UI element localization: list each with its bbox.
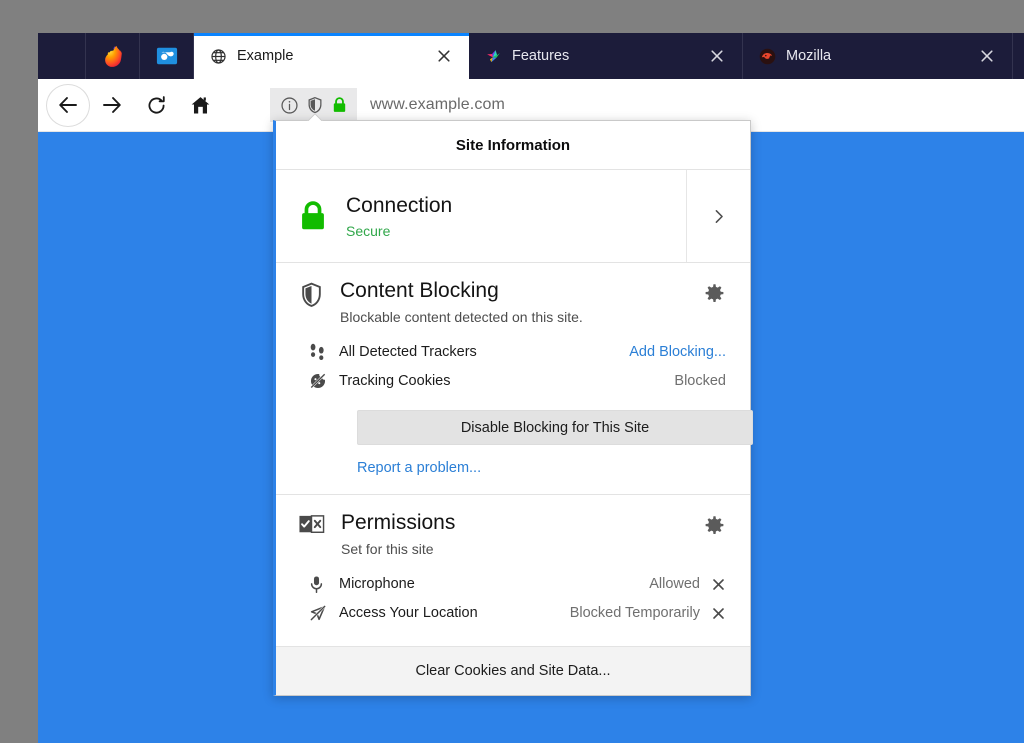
firefox-logo-icon: [102, 45, 124, 67]
cookie-blocked-icon: [309, 372, 339, 390]
microphone-icon: [309, 575, 339, 594]
list-item[interactable]: Tracking Cookies Blocked: [298, 367, 726, 396]
site-information-panel: Site Information Connection Secure: [273, 120, 751, 696]
padlock-icon[interactable]: [331, 96, 348, 114]
url-input[interactable]: www.example.com: [357, 88, 1024, 122]
tab-title: Features: [512, 48, 696, 64]
arrow-right-icon: [100, 93, 124, 117]
item-state: Blocked: [674, 373, 726, 389]
footprints-icon: [309, 343, 339, 362]
content-blocking-section: Content Blocking Blockable content detec…: [276, 263, 750, 495]
panel-title: Site Information: [276, 121, 750, 170]
add-blocking-link[interactable]: Add Blocking...: [629, 344, 726, 360]
clear-cookies-button[interactable]: Clear Cookies and Site Data...: [276, 647, 750, 695]
window-controls-spacer: [38, 33, 86, 79]
forward-button[interactable]: [90, 83, 134, 127]
close-icon[interactable]: [700, 577, 726, 592]
item-label: Microphone: [339, 576, 649, 592]
close-icon[interactable]: [976, 45, 998, 67]
disable-blocking-button[interactable]: Disable Blocking for This Site: [357, 410, 753, 445]
tab-mozilla[interactable]: Mozilla: [743, 33, 1013, 79]
connection-title: Connection: [346, 193, 452, 218]
tab-features[interactable]: Features: [469, 33, 743, 79]
tab-strip: Example: [38, 33, 1024, 79]
list-item[interactable]: All Detected Trackers Add Blocking...: [298, 338, 726, 367]
shield-icon: [298, 281, 324, 310]
item-state: Blocked Temporarily: [570, 605, 700, 621]
home-button[interactable]: [178, 83, 222, 127]
permissions-subtitle: Set for this site: [341, 541, 688, 557]
report-problem-link[interactable]: Report a problem...: [357, 460, 481, 476]
connection-section: Connection Secure: [276, 170, 750, 263]
mozilla-dino-icon: [759, 48, 776, 65]
firefox-quantum-icon: [485, 48, 502, 65]
gear-icon[interactable]: [704, 515, 726, 536]
connection-status: Secure: [346, 223, 452, 239]
gear-glyph: [704, 515, 725, 536]
close-icon[interactable]: [700, 606, 726, 621]
item-label: Access Your Location: [339, 605, 570, 621]
reload-icon: [145, 94, 168, 117]
permissions-title: Permissions: [341, 511, 688, 536]
url-bar[interactable]: www.example.com: [270, 88, 1024, 122]
popup-pointer: [306, 112, 324, 121]
desktop-background: Example: [0, 0, 1024, 743]
item-state: Allowed: [649, 576, 700, 592]
padlock-icon: [298, 199, 328, 233]
home-icon: [189, 94, 212, 117]
gear-glyph: [704, 283, 725, 304]
permissions-icon: [298, 513, 325, 539]
item-label: Tracking Cookies: [339, 373, 674, 389]
gear-icon[interactable]: [704, 283, 726, 304]
item-label: All Detected Trackers: [339, 344, 629, 360]
pocket-icon: [156, 45, 178, 67]
pocket-button[interactable]: [140, 33, 194, 79]
reload-button[interactable]: [134, 83, 178, 127]
info-icon[interactable]: [280, 96, 299, 115]
globe-icon: [210, 48, 227, 65]
arrow-left-icon: [56, 93, 80, 117]
tab-example[interactable]: Example: [194, 33, 469, 79]
chevron-right-icon: [710, 208, 727, 225]
firefox-app-button[interactable]: [86, 33, 140, 79]
permissions-items: Microphone Allowed: [298, 570, 726, 628]
content-blocking-subtitle: Blockable content detected on this site.: [340, 309, 688, 325]
tab-title: Example: [237, 48, 423, 64]
tab-title: Mozilla: [786, 48, 966, 64]
content-blocking-items: All Detected Trackers Add Blocking...: [298, 338, 726, 396]
back-button[interactable]: [46, 84, 90, 127]
new-tab-button[interactable]: [1013, 33, 1024, 79]
permissions-section: Permissions Set for this site: [276, 495, 750, 647]
connection-details-button[interactable]: [686, 170, 750, 262]
close-icon[interactable]: [433, 45, 455, 67]
list-item[interactable]: Access Your Location Blocked Temporarily: [298, 599, 726, 628]
close-icon[interactable]: [706, 45, 728, 67]
connection-row[interactable]: Connection Secure: [276, 170, 686, 262]
list-item[interactable]: Microphone Allowed: [298, 570, 726, 599]
content-blocking-title: Content Blocking: [340, 279, 688, 304]
location-blocked-icon: [309, 604, 339, 622]
